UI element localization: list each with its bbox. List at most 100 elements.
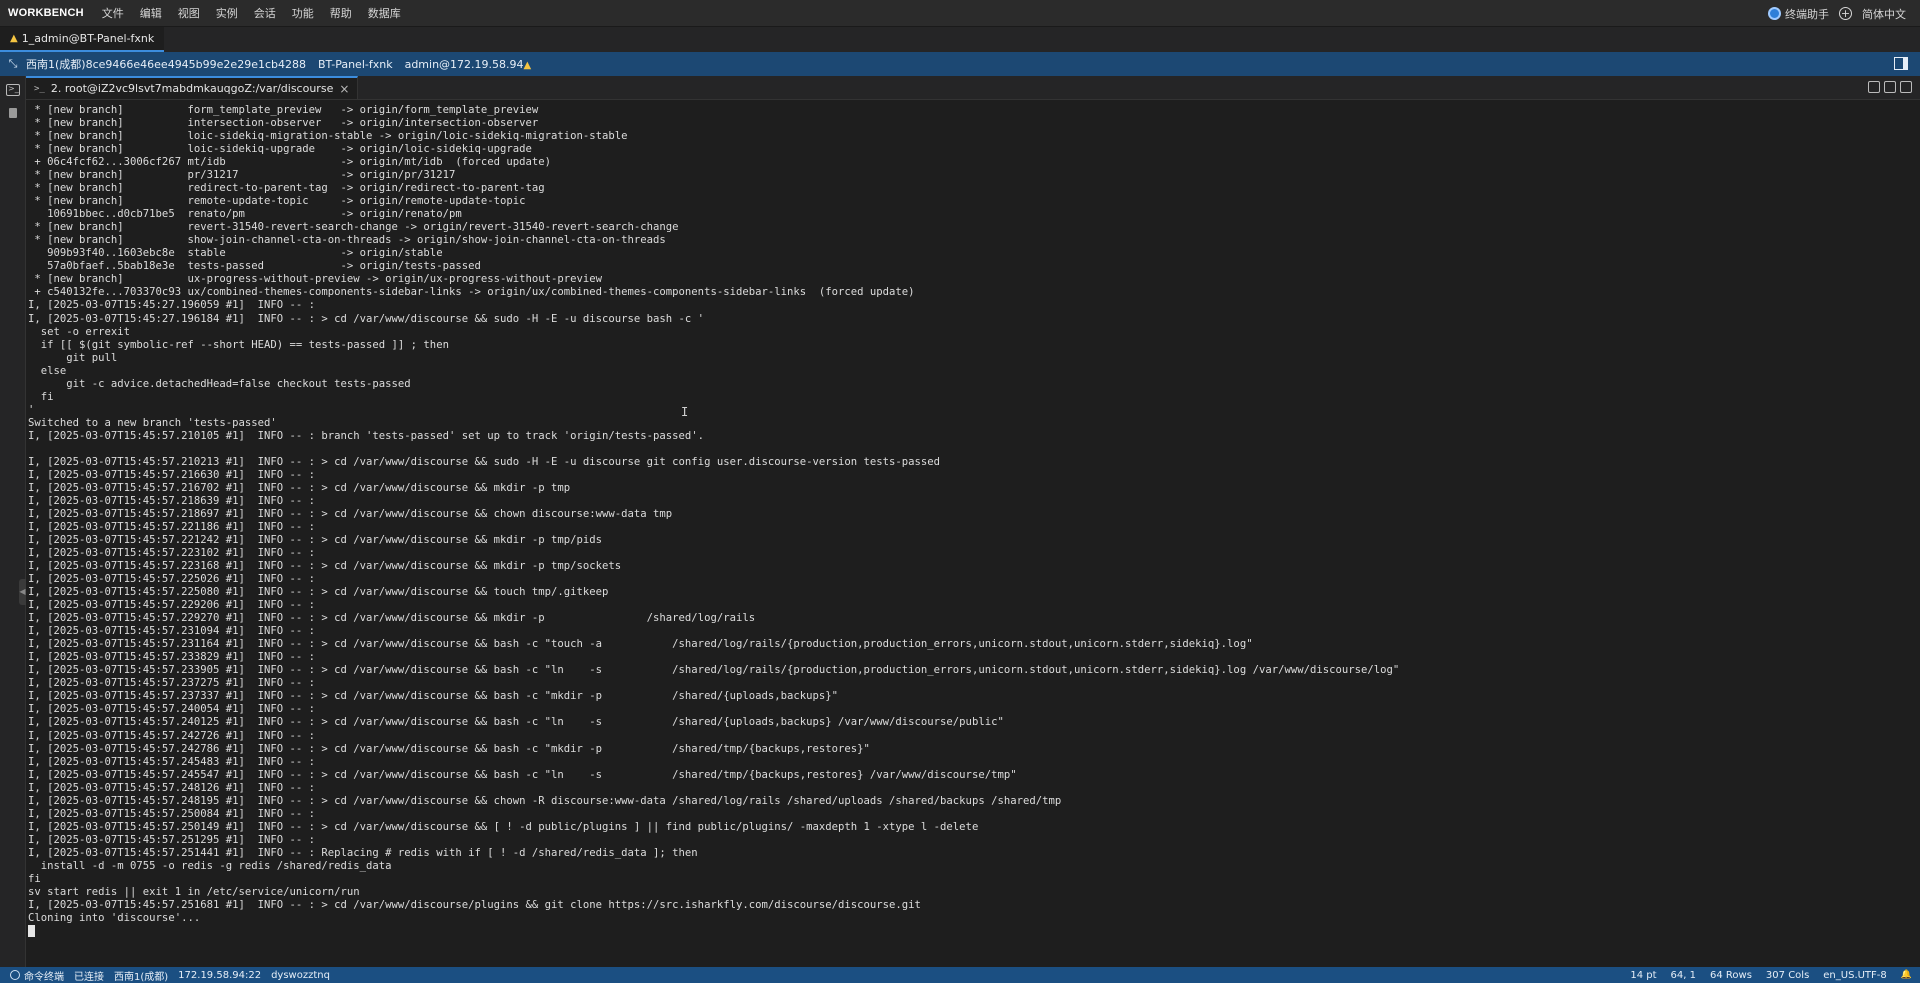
terminal-line: * [new branch] redirect-to-parent-tag ->… [28, 182, 545, 195]
terminal-line: + c540132fe...703370c93 ux/combined-them… [28, 286, 915, 299]
split-vertical-icon[interactable] [1884, 81, 1896, 93]
terminal-line: I, [2025-03-07T15:45:57.233905 #1] INFO … [28, 664, 1400, 677]
terminal-line: I, [2025-03-07T15:45:57.221186 #1] INFO … [28, 521, 322, 533]
terminal-line: I, [2025-03-07T15:45:57.229206 #1] INFO … [28, 599, 322, 612]
terminal-line: I, [2025-03-07T15:45:57.216630 #1] INFO … [28, 468, 322, 481]
terminal-line: I, [2025-03-07T15:45:57.237337 #1] INFO … [28, 690, 839, 703]
menubar-right: 终端助手 + 简体中文 [1768, 0, 1906, 27]
terminal-line: I, [2025-03-07T15:45:57.210213 #1] INFO … [28, 455, 941, 468]
terminal-output[interactable]: * [new branch] form_template_preview -> … [28, 104, 1912, 955]
close-icon[interactable]: × [339, 82, 349, 96]
status-rows: 64 Rows [1710, 969, 1752, 981]
terminal-line: I, [2025-03-07T15:45:57.250149 #1] INFO … [28, 820, 979, 833]
text-cursor-icon: I [681, 405, 689, 419]
terminal-line: I, [2025-03-07T15:45:57.240125 #1] INFO … [28, 716, 1004, 729]
terminal-line: * [new branch] loic-sidekiq-migration-st… [28, 130, 628, 143]
terminal-line: ' [28, 403, 35, 416]
terminal-line: else [28, 364, 67, 377]
terminal-tab-bar: >_ 2. root@iZ2vc9lsvt7mabdmkauqgoZ:/var/… [26, 76, 1920, 100]
status-region: 西南1(成都) [114, 971, 169, 983]
instance-region-id: 西南1(成都)8ce9466e46ee4945b99e2e29e1cb4288 [26, 58, 306, 71]
terminal-input-line[interactable] [28, 924, 1912, 938]
split-horizontal-icon[interactable] [1900, 81, 1912, 93]
assistant-label: 终端助手 [1785, 7, 1829, 21]
terminal-prompt-icon: >_ [34, 83, 45, 94]
terminal-line: I, [2025-03-07T15:45:57.245483 #1] INFO … [28, 755, 322, 768]
terminal-tab-label: 2. root@iZ2vc9lsvt7mabdmkauqgoZ:/var/dis… [50, 82, 334, 95]
terminal-line: I, [2025-03-07T15:45:57.210105 #1] INFO … [28, 429, 705, 442]
terminal-line: I, [2025-03-07T15:45:57.242726 #1] INFO … [28, 729, 322, 742]
menu-help[interactable]: 帮助 [322, 0, 360, 27]
new-pane-icon[interactable] [1868, 81, 1880, 93]
bell-icon[interactable]: 🔔 [1901, 970, 1912, 980]
file-icon[interactable] [9, 108, 17, 118]
terminal-line: + 06c4fcf62...3006cf267 mt/idb -> origin… [28, 156, 551, 169]
session-tab[interactable]: ▲ 1_admin@BT-Panel-fxnk [0, 27, 165, 52]
panel-name: BT-Panel-fxnk [317, 57, 393, 71]
terminal-line: Cloning into 'discourse'... [28, 911, 201, 924]
session-tab-label: 1_admin@BT-Panel-fxnk [21, 32, 155, 45]
terminal-line: * [new branch] show-join-channel-cta-on-… [28, 234, 666, 247]
terminal-tools [1868, 81, 1912, 93]
terminal-line: I, [2025-03-07T15:45:57.250084 #1] INFO … [28, 807, 322, 820]
status-bar: 命令终端 已连接 西南1(成都) 172.19.58.94:22 dyswozz… [0, 967, 1920, 983]
add-circle-icon[interactable]: + [1839, 7, 1852, 20]
menu-view[interactable]: 视图 [170, 0, 208, 27]
terminal-line: I, [2025-03-07T15:45:57.237275 #1] INFO … [28, 677, 322, 690]
terminal-line: 10691bbec..d0cb71be5 renato/pm -> origin… [28, 208, 462, 221]
terminal-line: I, [2025-03-07T15:45:57.233829 #1] INFO … [28, 651, 322, 664]
sidebar-toggle-icon[interactable] [1894, 57, 1908, 70]
terminal-line: git -c advice.detachedHead=false checkou… [28, 377, 411, 390]
terminal-assistant-button[interactable]: 终端助手 [1768, 6, 1829, 22]
menu-database[interactable]: 数据库 [360, 0, 409, 27]
terminal-line: if [[ $(git symbolic-ref --short HEAD) =… [28, 338, 449, 351]
terminal-line: git pull [28, 351, 118, 364]
status-terminal-type: 命令终端 [24, 971, 64, 983]
warning-icon: ▲ [10, 33, 18, 44]
language-selector[interactable]: 简体中文 [1862, 6, 1906, 22]
user-ip: admin@172.19.58.94▲ [405, 58, 532, 71]
terminal-line: fi [28, 872, 41, 885]
terminal-line: I, [2025-03-07T15:45:57.221242 #1] INFO … [28, 534, 603, 547]
terminal-line: I, [2025-03-07T15:45:27.196059 #1] INFO … [28, 299, 322, 312]
collapse-icon[interactable]: ⤡ [0, 57, 26, 71]
menu-edit[interactable]: 编辑 [132, 0, 170, 27]
status-cursor-pos: 64, 1 [1670, 969, 1696, 981]
left-rail: >_ ◀ [0, 76, 26, 967]
terminal-line: * [new branch] remote-update-topic -> or… [28, 195, 526, 208]
terminal-line: I, [2025-03-07T15:45:57.225026 #1] INFO … [28, 573, 322, 586]
user-ip-text: admin@172.19.58.94 [404, 57, 524, 71]
menu-features[interactable]: 功能 [284, 0, 322, 27]
terminal-line: I, [2025-03-07T15:45:57.248126 #1] INFO … [28, 781, 322, 794]
status-right: 14 pt 64, 1 64 Rows 307 Cols en_US.UTF-8… [1630, 967, 1912, 983]
terminal-line: I, [2025-03-07T15:45:57.251681 #1] INFO … [28, 898, 921, 911]
terminal-line: I, [2025-03-07T15:45:57.225080 #1] INFO … [28, 586, 609, 599]
terminal-line: I, [2025-03-07T15:45:57.240054 #1] INFO … [28, 703, 322, 716]
terminal-line: * [new branch] revert-31540-revert-searc… [28, 221, 679, 234]
terminal-line: I, [2025-03-07T15:45:57.218697 #1] INFO … [28, 507, 673, 520]
terminal-icon[interactable]: >_ [6, 84, 20, 96]
terminal-line: * [new branch] ux-progress-without-previ… [28, 273, 603, 286]
terminal-cursor [28, 924, 35, 937]
terminal-line: 57a0bfaef..5bab18e3e tests-passed -> ori… [28, 260, 481, 273]
status-font-size[interactable]: 14 pt [1630, 970, 1656, 981]
menu-file[interactable]: 文件 [94, 0, 132, 27]
terminal-line: * [new branch] form_template_preview -> … [28, 104, 539, 116]
collapse-handle[interactable]: ◀ [19, 579, 26, 605]
terminal-line: install -d -m 0755 -o redis -g redis /sh… [28, 859, 392, 872]
terminal-line: I, [2025-03-07T15:45:57.223102 #1] INFO … [28, 547, 322, 560]
assistant-icon [1768, 7, 1781, 20]
terminal-line: I, [2025-03-07T15:45:57.223168 #1] INFO … [28, 560, 622, 573]
terminal-tab[interactable]: >_ 2. root@iZ2vc9lsvt7mabdmkauqgoZ:/var/… [26, 76, 359, 99]
terminal-line: Switched to a new branch 'tests-passed' [28, 416, 277, 429]
terminal-line: I, [2025-03-07T15:45:57.242786 #1] INFO … [28, 742, 870, 755]
menu-session[interactable]: 会话 [246, 0, 284, 27]
status-connected: 已连接 [74, 971, 104, 983]
status-cols: 307 Cols [1765, 969, 1810, 981]
terminal-line: I, [2025-03-07T15:45:57.218639 #1] INFO … [28, 494, 322, 507]
warning-icon: ▲ [523, 59, 532, 71]
terminal-line: fi [28, 390, 54, 403]
status-encoding[interactable]: en_US.UTF-8 [1823, 970, 1887, 981]
terminal-line: I, [2025-03-07T15:45:57.229270 #1] INFO … [28, 612, 756, 625]
menu-instance[interactable]: 实例 [208, 0, 246, 27]
